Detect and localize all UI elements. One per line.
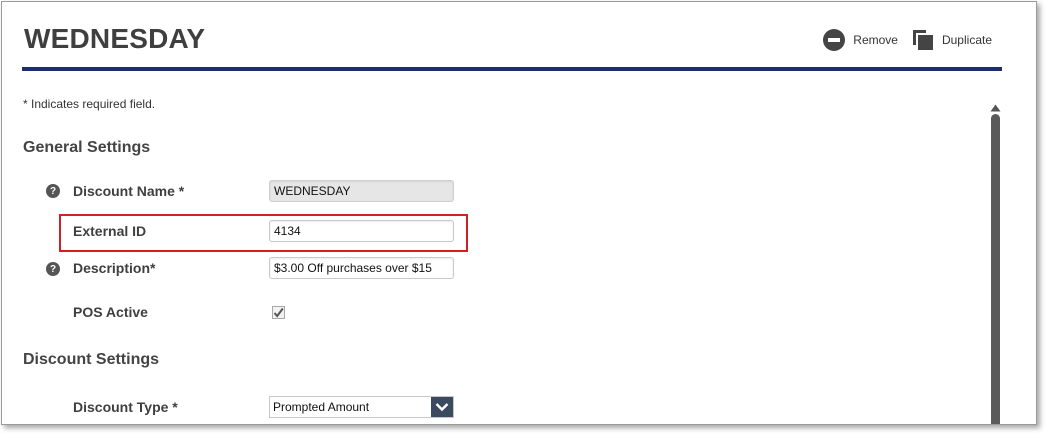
pos-active-checkbox[interactable] [272, 306, 285, 319]
scrollbar-thumb[interactable] [991, 114, 1000, 424]
triangle-up-icon [990, 104, 1001, 112]
description-help-icon[interactable]: ? [46, 262, 60, 276]
required-field-note: * Indicates required field. [23, 97, 156, 111]
external-id-field[interactable] [269, 220, 454, 242]
page-title: WEDNESDAY [24, 23, 206, 54]
discount-name-field[interactable] [269, 180, 454, 202]
pos-active-label: POS Active [73, 304, 148, 320]
checkmark-icon [273, 307, 284, 318]
external-id-label: External ID [73, 223, 147, 239]
description-field[interactable] [269, 257, 454, 279]
discount-type-label: Discount Type * [73, 399, 178, 415]
title-divider [22, 67, 1002, 71]
discount-type-select[interactable]: Prompted Amount [269, 396, 454, 418]
remove-label: Remove [853, 33, 898, 47]
discount-name-help-icon[interactable]: ? [46, 184, 60, 198]
header-actions: Remove Duplicate [823, 29, 992, 51]
minus-circle-icon [823, 29, 846, 51]
section-title-discount-settings: Discount Settings [23, 351, 160, 368]
discount-editor-panel: WEDNESDAY Remove Duplicate * Indicates r… [1, 1, 1037, 425]
duplicate-button[interactable]: Duplicate [912, 29, 992, 51]
duplicate-label: Duplicate [941, 33, 992, 47]
remove-button[interactable]: Remove [823, 29, 898, 51]
discount-type-value: Prompted Amount [273, 400, 370, 414]
duplicate-icon [912, 29, 934, 51]
description-label: Description* [73, 260, 156, 276]
section-title-general-settings: General Settings [23, 139, 151, 156]
chevron-down-icon[interactable] [431, 397, 453, 417]
discount-name-label: Discount Name * [73, 183, 185, 199]
